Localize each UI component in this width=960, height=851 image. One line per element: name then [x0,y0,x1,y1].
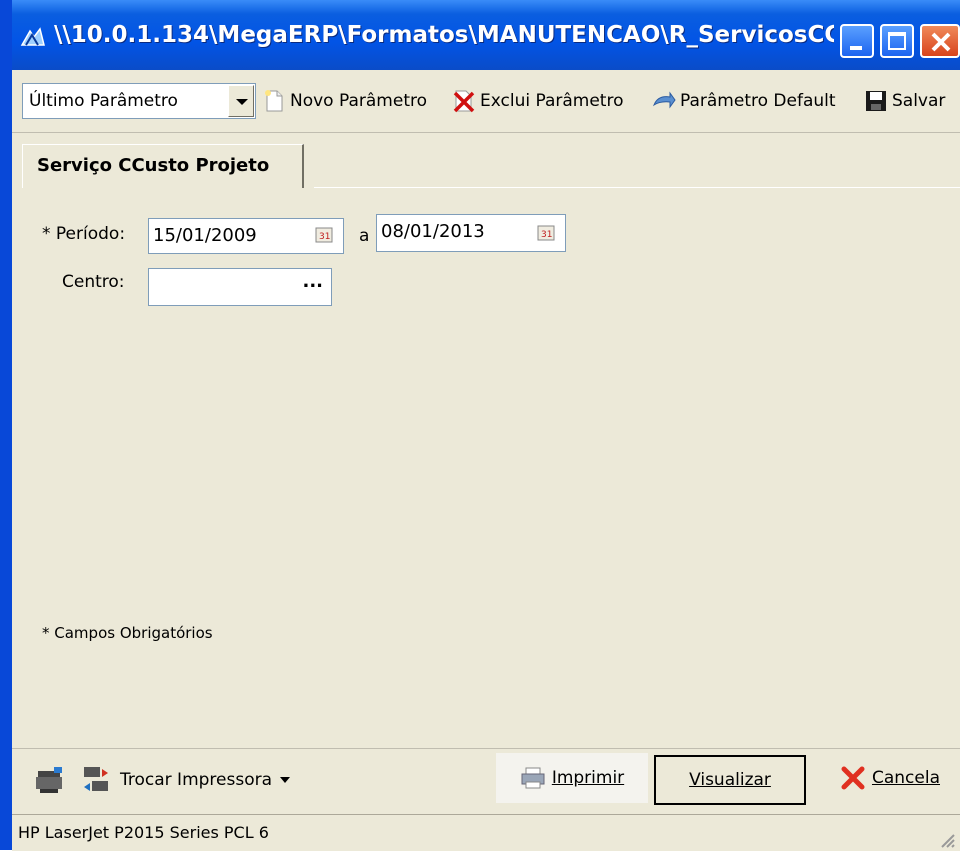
new-parameter-button[interactable]: Novo Parâmetro [262,84,427,118]
change-printer-button[interactable]: Trocar Impressora [80,763,291,797]
dropdown-arrow-icon [280,777,291,783]
tab-strip: Serviço CCusto Projeto [12,132,960,188]
minimize-button[interactable] [840,24,874,58]
chevron-down-icon[interactable] [228,85,254,117]
preview-label: Visualizar [689,770,771,790]
printer-name: HP LaserJet P2015 Series PCL 6 [18,823,269,842]
swap-printer-icon [84,767,108,791]
calendar-icon[interactable]: 31 [535,223,557,243]
printer-controls: Trocar Impressora [34,763,291,797]
resize-grip-icon[interactable] [936,829,956,849]
parameter-select-value: Último Parâmetro [29,91,178,111]
calendar-icon[interactable]: 31 [313,225,335,245]
centro-lookup-button[interactable]: ... [302,271,323,292]
new-parameter-label: Novo Parâmetro [290,91,427,111]
preview-button[interactable]: Visualizar [654,755,806,805]
printer-icon [521,767,545,789]
tab-servico-ccusto-projeto[interactable]: Serviço CCusto Projeto [22,144,304,188]
centro-label: Centro: [62,272,125,292]
delete-parameter-label: Exclui Parâmetro [480,91,624,111]
periodo-label: * Período: [42,224,126,244]
delete-parameter-button[interactable]: Exclui Parâmetro [452,84,624,118]
close-icon [931,32,951,52]
periodo-to-field[interactable]: 08/01/2013 31 [376,214,566,252]
svg-text:31: 31 [319,232,330,242]
maximize-button[interactable] [880,24,914,58]
periodo-from-field[interactable]: 15/01/2009 31 [148,218,344,254]
parameter-toolbar: Último Parâmetro Novo Parâmetro Exclui P… [12,70,960,133]
default-parameter-button[interactable]: Parâmetro Default [652,84,836,118]
svg-text:31: 31 [541,230,552,240]
default-parameter-label: Parâmetro Default [680,91,836,111]
centro-field[interactable]: ... [148,268,332,306]
periodo-separator: a [359,226,370,246]
print-label: Imprimir [551,768,625,788]
status-bar: HP LaserJet P2015 Series PCL 6 [12,814,960,851]
window-frame-left [0,0,12,850]
report-window: \\10.0.1.134\MegaERP\Formatos\MANUTENCAO… [0,0,960,851]
save-button[interactable]: Salvar [864,84,945,118]
default-arrow-icon [652,91,676,109]
cancel-x-icon [841,766,865,790]
parameter-select[interactable]: Último Parâmetro [22,83,256,119]
cancel-button[interactable]: Cancela [820,753,960,803]
delete-icon [453,90,475,113]
save-label: Salvar [892,91,946,111]
window-title: \\10.0.1.134\MegaERP\Formatos\MANUTENCAO… [54,22,834,48]
periodo-to-value: 08/01/2013 [381,221,485,242]
save-icon [866,91,886,111]
new-document-icon [265,90,283,112]
print-button[interactable]: Imprimir [496,753,648,803]
app-icon [20,27,45,46]
change-printer-label: Trocar Impressora [120,770,273,790]
form-panel: * Período: 15/01/2009 31 a 08/01/2013 31… [12,188,960,748]
periodo-from-value: 15/01/2009 [153,225,257,246]
required-fields-note: * Campos Obrigatórios [42,624,213,642]
action-bar: Trocar Impressora Imprimir Visualizar Ca… [12,748,960,813]
title-bar[interactable]: \\10.0.1.134\MegaERP\Formatos\MANUTENCAO… [0,0,960,70]
tab-label: Serviço CCusto Projeto [37,155,270,176]
printer-setup-icon[interactable] [34,763,68,797]
cancel-label: Cancela [871,768,940,788]
close-button[interactable] [920,24,960,58]
